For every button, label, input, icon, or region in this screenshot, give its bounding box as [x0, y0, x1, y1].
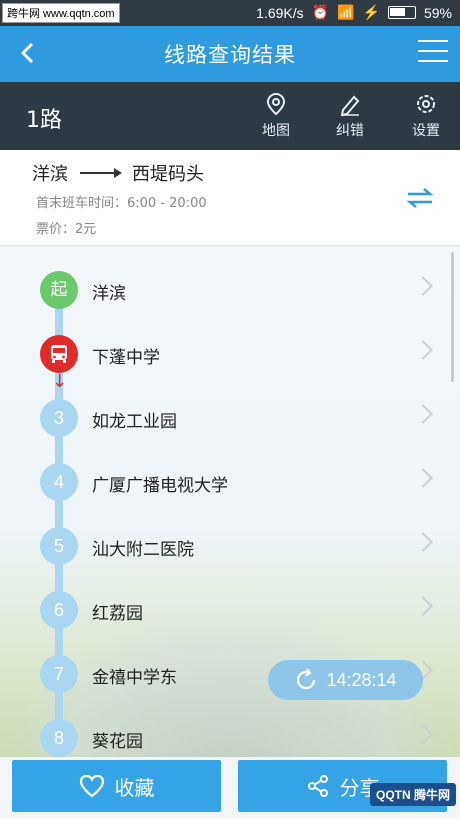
battery-level: 59% — [423, 4, 452, 21]
chevron-right-icon — [413, 468, 433, 488]
settings-label: 设置 — [412, 123, 440, 139]
stop-name: 红荔园 — [92, 604, 143, 624]
swap-direction-icon[interactable] — [406, 186, 434, 214]
network-speed: 1.69K/s — [256, 4, 304, 21]
gear-icon — [417, 95, 435, 113]
fare: 票价：2元 — [36, 222, 97, 237]
correct-button[interactable]: 纠错 — [320, 92, 380, 140]
list-item-stop[interactable]: 3 如龙工业园 — [0, 387, 460, 451]
list-item-stop[interactable]: 下蓬中学 — [0, 323, 460, 387]
chevron-right-icon — [413, 532, 433, 552]
route-info-panel: 洋滨 西堤码头 首末班车时间：6:00 - 20:00 票价：2元 — [0, 150, 460, 246]
list-item-stop[interactable]: 8 葵花园 — [0, 707, 460, 757]
favorite-label: 收藏 — [114, 775, 155, 800]
refresh-icon — [297, 668, 316, 690]
origin-stop: 洋滨 — [32, 164, 68, 185]
service-hours: 首末班车时间：6:00 - 20:00 — [36, 196, 207, 211]
route-header: 1路 地图 纠错 设置 — [0, 82, 460, 150]
stop-name: 金禧中学东 — [92, 668, 177, 688]
stop-number: 6 — [40, 591, 78, 629]
list-item-stop[interactable]: 5 汕大附二医院 — [0, 515, 460, 579]
map-pin-icon — [266, 92, 286, 116]
favorite-button[interactable]: 收藏 — [12, 760, 221, 812]
stop-number: 8 — [40, 719, 78, 757]
scrollbar[interactable] — [451, 252, 454, 382]
site-watermark: 跨牛网 www.qqtn.com — [2, 3, 120, 23]
list-item-stop[interactable]: 起 洋滨 — [0, 259, 460, 323]
alarm-icon: ⏰ — [311, 4, 330, 20]
settings-button[interactable]: 设置 — [396, 92, 456, 140]
status-indicators: 1.69K/s ⏰ 📶 ⚡ 59% — [256, 4, 452, 21]
page-title: 线路查询结果 — [164, 43, 296, 67]
share-icon — [307, 775, 328, 797]
refresh-time: 14:28:14 — [326, 669, 397, 690]
route-direction: 洋滨 西堤码头 — [32, 160, 204, 186]
destination-stop: 西堤码头 — [132, 164, 204, 185]
charging-icon: ⚡ — [362, 4, 380, 20]
heart-icon — [79, 774, 104, 798]
site-logo-watermark: QQTN 腾牛网 — [370, 783, 456, 806]
stop-number: 5 — [40, 527, 78, 565]
hamburger-menu-icon[interactable] — [418, 40, 448, 66]
stop-number: 7 — [40, 655, 78, 693]
wifi-icon: 📶 — [337, 4, 355, 20]
stop-name: 洋滨 — [92, 284, 126, 304]
stop-name: 汕大附二医院 — [92, 540, 194, 560]
stop-number: 3 — [40, 399, 78, 437]
stop-name: 广厦广播电视大学 — [92, 476, 228, 496]
stop-name: 葵花园 — [92, 732, 143, 752]
status-bar: 跨牛网 www.qqtn.com 1.69K/s ⏰ 📶 ⚡ 59% — [0, 0, 460, 26]
chevron-right-icon — [413, 596, 433, 616]
list-item-stop[interactable]: 4 广厦广播电视大学 — [0, 451, 460, 515]
map-label: 地图 — [262, 123, 290, 139]
direction-arrow-icon — [80, 168, 122, 178]
chevron-right-icon — [413, 724, 433, 744]
stop-name: 下蓬中学 — [92, 348, 160, 368]
start-badge: 起 — [40, 271, 78, 309]
stop-number: 4 — [40, 463, 78, 501]
bus-icon — [40, 335, 78, 373]
pencil-icon — [340, 95, 360, 116]
route-name: 1路 — [26, 108, 62, 133]
list-item-stop[interactable]: 6 红荔园 — [0, 579, 460, 643]
battery-icon — [387, 6, 416, 19]
chevron-right-icon — [413, 276, 433, 296]
title-bar: 线路查询结果 — [0, 26, 460, 82]
correct-label: 纠错 — [336, 123, 364, 139]
map-button[interactable]: 地图 — [246, 92, 306, 140]
refresh-button[interactable]: 14:28:14 — [268, 660, 423, 700]
chevron-right-icon — [413, 340, 433, 360]
stop-name: 如龙工业园 — [92, 412, 177, 432]
chevron-right-icon — [413, 404, 433, 424]
